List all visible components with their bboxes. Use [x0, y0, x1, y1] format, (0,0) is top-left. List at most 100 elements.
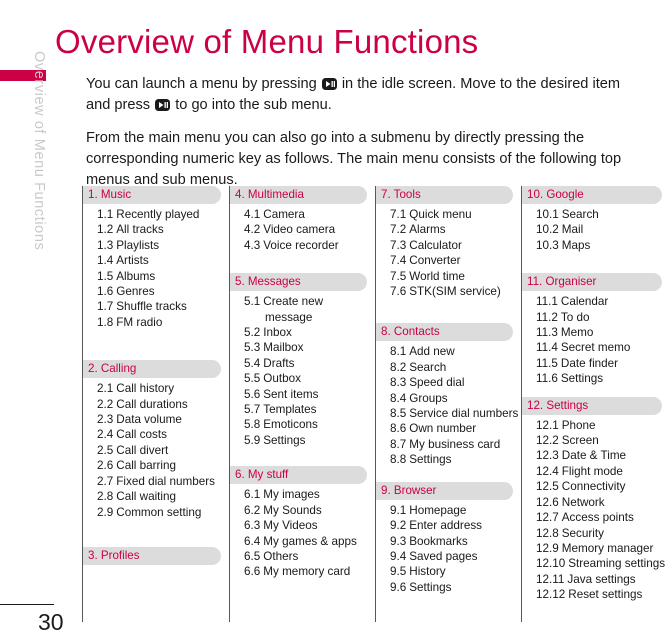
menu-item[interactable]: 5.2 Inbox	[244, 325, 375, 340]
menu-item[interactable]: 2.4 Call costs	[97, 427, 229, 442]
menu-item[interactable]: 12.10 Streaming settings	[536, 556, 666, 571]
menu-item[interactable]: 12.7 Access points	[536, 510, 666, 525]
menu-item[interactable]: 5.6 Sent items	[244, 387, 375, 402]
menu-item[interactable]: 1.3 Playlists	[97, 238, 229, 253]
menu-item-number: 12.9	[536, 541, 559, 555]
menu-item[interactable]: 8.1 Add new	[390, 344, 521, 359]
menu-item[interactable]: 1.2 All tracks	[97, 222, 229, 237]
menu-item[interactable]: 7.1 Quick menu	[390, 207, 521, 222]
menu-group-header[interactable]: 7. Tools	[376, 186, 513, 204]
menu-item-label: My Videos	[263, 519, 318, 533]
menu-item[interactable]: 2.5 Call divert	[97, 443, 229, 458]
menu-item[interactable]: 4.2 Video camera	[244, 222, 375, 237]
menu-item[interactable]: 11.1 Calendar	[536, 294, 666, 309]
menu-item[interactable]: 12.2 Screen	[536, 433, 666, 448]
menu-item[interactable]: 12.5 Connectivity	[536, 479, 666, 494]
menu-group-header[interactable]: 4. Multimedia	[230, 186, 367, 204]
menu-item-number: 9.5	[390, 565, 407, 579]
menu-group-header[interactable]: 8. Contacts	[376, 323, 513, 342]
menu-group-header[interactable]: 6. My stuff	[230, 466, 367, 485]
menu-group-header[interactable]: 2. Calling	[83, 360, 221, 379]
menu-item[interactable]: 12.11 Java settings	[536, 572, 666, 587]
menu-item[interactable]: 10.3 Maps	[536, 238, 666, 253]
menu-item-number: 6.3	[244, 519, 261, 533]
menu-item[interactable]: 1.5 Albums	[97, 269, 229, 284]
menu-item[interactable]: 11.3 Memo	[536, 325, 666, 340]
menu-item[interactable]: 8.4 Groups	[390, 391, 521, 406]
menu-item[interactable]: 1.4 Artists	[97, 253, 229, 268]
menu-group-header[interactable]: 10. Google	[522, 186, 662, 204]
menu-item[interactable]: 9.4 Saved pages	[390, 549, 521, 564]
menu-item[interactable]: 11.5 Date finder	[536, 356, 666, 371]
menu-item[interactable]: 4.1 Camera	[244, 207, 375, 222]
menu-item[interactable]: 2.7 Fixed dial numbers	[97, 474, 229, 489]
menu-group-header[interactable]: 1. Music	[83, 186, 221, 204]
menu-item[interactable]: 8.2 Search	[390, 360, 521, 375]
menu-item[interactable]: 12.6 Network	[536, 495, 666, 510]
menu-item[interactable]: 8.5 Service dial numbers	[390, 406, 521, 421]
menu-item[interactable]: 12.8 Security	[536, 526, 666, 541]
menu-item[interactable]: 9.5 History	[390, 564, 521, 579]
menu-item[interactable]: 8.7 My business card	[390, 437, 521, 452]
menu-item[interactable]: 5.5 Outbox	[244, 371, 375, 386]
menu-item[interactable]: 5.3 Mailbox	[244, 340, 375, 355]
menu-item[interactable]: 5.4 Drafts	[244, 356, 375, 371]
menu-item[interactable]: 9.6 Settings	[390, 580, 521, 595]
menu-item[interactable]: 12.3 Date & Time	[536, 448, 666, 463]
menu-item[interactable]: 6.1 My images	[244, 487, 375, 502]
menu-item[interactable]: 4.3 Voice recorder	[244, 238, 375, 253]
menu-item[interactable]: 7.3 Calculator	[390, 238, 521, 253]
menu-item[interactable]: 1.6 Genres	[97, 284, 229, 299]
menu-item[interactable]: 10.2 Mail	[536, 222, 666, 237]
menu-item[interactable]: 10.1 Search	[536, 207, 666, 222]
menu-group-header[interactable]: 9. Browser	[376, 481, 513, 500]
menu-item[interactable]: 6.2 My Sounds	[244, 503, 375, 518]
menu-item[interactable]: 5.9 Settings	[244, 433, 375, 448]
menu-item-number: 2.6	[97, 459, 114, 473]
menu-item[interactable]: 1.8 FM radio	[97, 315, 229, 330]
menu-item[interactable]: 7.5 World time	[390, 269, 521, 284]
menu-item[interactable]: 7.2 Alarms	[390, 222, 521, 237]
menu-item[interactable]: 2.9 Common setting	[97, 505, 229, 520]
menu-item[interactable]: 6.5 Others	[244, 549, 375, 564]
menu-item[interactable]: 5.8 Emoticons	[244, 417, 375, 432]
menu-item[interactable]: 12.12 Reset settings	[536, 587, 666, 602]
menu-item[interactable]: 2.6 Call barring	[97, 458, 229, 473]
menu-group-header[interactable]: 12. Settings	[522, 396, 662, 415]
menu-item[interactable]: 2.2 Call durations	[97, 397, 229, 412]
menu-item[interactable]: 8.8 Settings	[390, 452, 521, 467]
menu-item[interactable]: 11.4 Secret memo	[536, 340, 666, 355]
menu-item[interactable]: 5.7 Templates	[244, 402, 375, 417]
menu-group-header[interactable]: 3. Profiles	[83, 546, 221, 565]
menu-item[interactable]: 8.6 Own number	[390, 421, 521, 436]
menu-item[interactable]: 2.8 Call waiting	[97, 489, 229, 504]
menu-item[interactable]: 6.4 My games & apps	[244, 534, 375, 549]
menu-item[interactable]: 12.1 Phone	[536, 418, 666, 433]
menu-item[interactable]: 12.9 Memory manager	[536, 541, 666, 556]
menu-item[interactable]: 12.4 Flight mode	[536, 464, 666, 479]
menu-item[interactable]: 2.3 Data volume	[97, 412, 229, 427]
menu-group-header[interactable]: 5. Messages	[230, 273, 367, 292]
menu-item[interactable]: 11.2 To do	[536, 310, 666, 325]
menu-item[interactable]: 9.2 Enter address	[390, 518, 521, 533]
menu-item[interactable]: 1.7 Shuffle tracks	[97, 299, 229, 314]
menu-group-header[interactable]: 11. Organiser	[522, 273, 662, 292]
menu-item-list: 9.1 Homepage 9.2 Enter address 9.3 Bookmark…	[376, 503, 521, 595]
menu-item[interactable]: 8.3 Speed dial	[390, 375, 521, 390]
menu-item[interactable]: 9.1 Homepage	[390, 503, 521, 518]
menu-item[interactable]: 9.3 Bookmarks	[390, 534, 521, 549]
menu-item[interactable]: 7.6 STK(SIM service)	[390, 284, 521, 299]
menu-item[interactable]: 2.1 Call history	[97, 381, 229, 396]
menu-item[interactable]: 5.1 Create new	[244, 294, 375, 309]
menu-item[interactable]: 11.6 Settings	[536, 371, 666, 386]
menu-item[interactable]: 1.1 Recently played	[97, 207, 229, 222]
menu-item[interactable]: 7.4 Converter	[390, 253, 521, 268]
menu-item-number: 8.4	[390, 391, 407, 405]
menu-item[interactable]: 6.6 My memory card	[244, 564, 375, 579]
page-number: 30	[38, 609, 64, 635]
play-pause-key-icon	[321, 78, 337, 90]
menu-item-label: Security	[561, 526, 604, 540]
menu-item[interactable]: 6.3 My Videos	[244, 518, 375, 533]
menu-item-label: Quick menu	[409, 208, 472, 221]
menu-item-number: 6.5	[244, 549, 261, 563]
